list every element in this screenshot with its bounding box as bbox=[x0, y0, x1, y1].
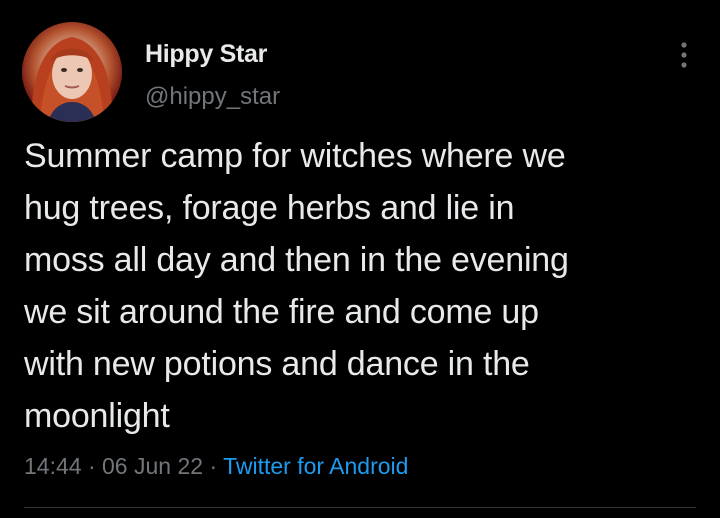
user-handle[interactable]: @hippy_star bbox=[145, 83, 280, 111]
more-options-button[interactable] bbox=[676, 40, 692, 70]
avatar[interactable] bbox=[22, 22, 122, 122]
tweet-meta: 14:44 · 06 Jun 22 · Twitter for Android bbox=[24, 453, 408, 480]
display-name[interactable]: Hippy Star bbox=[145, 40, 267, 69]
meta-separator: · bbox=[87, 453, 96, 479]
tweet-time[interactable]: 14:44 bbox=[24, 453, 82, 479]
tweet-date[interactable]: 06 Jun 22 bbox=[102, 453, 203, 479]
tweet-text: Summer camp for witches where we hug tre… bbox=[24, 137, 569, 435]
more-vertical-icon bbox=[681, 42, 687, 68]
tweet-source-link[interactable]: Twitter for Android bbox=[223, 453, 408, 479]
divider bbox=[24, 507, 696, 508]
meta-separator: · bbox=[209, 453, 218, 479]
profile-photo-icon bbox=[31, 37, 113, 122]
tweet-card: Hippy Star @hippy_star Summer camp for w… bbox=[0, 0, 720, 518]
